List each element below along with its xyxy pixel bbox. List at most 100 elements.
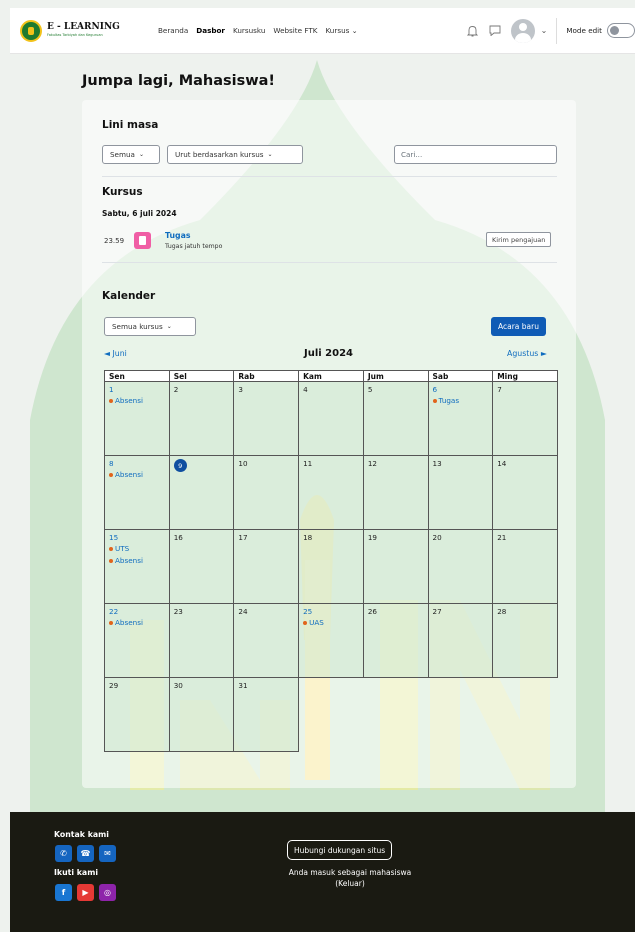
calendar-day-cell[interactable]: 8 Absensi xyxy=(104,455,170,530)
assignment-icon xyxy=(134,232,151,249)
calendar-day-cell[interactable]: 23 xyxy=(168,603,235,678)
calendar-event-label: Absensi xyxy=(115,556,143,565)
youtube-icon[interactable]: ▶ xyxy=(77,884,94,901)
calendar-week-row: 22 Absensi 23 24 25 UAS 26 27 28 xyxy=(104,603,558,678)
day-number: 3 xyxy=(238,385,243,394)
next-month-link[interactable]: Agustus ► xyxy=(507,349,547,358)
brand-title: E - LEARNING xyxy=(47,22,120,33)
day-number[interactable]: 6 xyxy=(433,385,489,395)
calendar-week-row: 29 30 31 xyxy=(104,677,558,752)
calendar-event-link[interactable]: Absensi xyxy=(109,395,165,407)
calendar-day-cell[interactable]: 22 Absensi xyxy=(104,603,170,678)
calendar-day-cell[interactable]: 16 xyxy=(168,529,235,604)
calendar-day-cell[interactable]: 6 Tugas xyxy=(427,381,494,456)
calendar-event-link[interactable]: Tugas xyxy=(432,395,489,407)
calendar-event-label: Absensi xyxy=(115,470,143,479)
timeline-date-heading: Sabtu, 6 juli 2024 xyxy=(102,209,177,218)
day-number: 4 xyxy=(303,385,308,394)
nav-dasbor[interactable]: Dasbor xyxy=(196,26,225,35)
event-name-link[interactable]: Tugas xyxy=(165,231,191,240)
calendar-event-link[interactable]: UTS xyxy=(109,543,165,555)
mode-edit-toggle[interactable] xyxy=(607,23,635,38)
calendar-day-cell[interactable]: 27 xyxy=(427,603,494,678)
follow-title: Ikuti kami xyxy=(54,868,98,877)
calendar-day-cell[interactable]: 9 xyxy=(168,455,235,530)
event-dot-icon xyxy=(303,621,308,625)
day-number: 31 xyxy=(238,681,248,690)
nav-kursusku[interactable]: Kursusku xyxy=(233,26,265,35)
submit-assignment-button[interactable]: Kirim pengajuan xyxy=(486,232,552,247)
chevron-down-icon: ⌄ xyxy=(351,26,358,35)
calendar-day-cell[interactable]: 18 xyxy=(298,529,364,604)
calendar-day-cell[interactable]: 25 UAS xyxy=(298,603,364,678)
calendar-empty-cell xyxy=(428,678,493,752)
calendar-day-cell[interactable]: 13 xyxy=(427,455,494,530)
timeline-sort-label: Urut berdasarkan kursus xyxy=(175,150,264,159)
calendar-day-cell[interactable]: 12 xyxy=(362,455,429,530)
email-icon[interactable]: ✉ xyxy=(99,845,116,862)
day-number[interactable]: 22 xyxy=(109,607,165,617)
calendar-day-cell[interactable]: 20 xyxy=(427,529,494,604)
chevron-down-icon: ⌄ xyxy=(138,151,144,158)
facebook-icon[interactable]: f xyxy=(55,884,72,901)
today-day-number[interactable]: 9 xyxy=(173,459,187,472)
calendar-day-cell[interactable]: 30 xyxy=(168,677,235,752)
calendar-day-cell[interactable]: 15 UTS Absensi xyxy=(104,529,170,604)
calendar-event-link[interactable]: Absensi xyxy=(109,469,165,481)
previous-month-link[interactable]: ◄ Juni xyxy=(104,349,127,358)
user-avatar[interactable] xyxy=(510,18,535,43)
weekday-header: Kam xyxy=(298,370,364,382)
logout-link[interactable]: (Keluar) xyxy=(250,878,450,889)
event-dot-icon xyxy=(432,399,437,403)
calendar-day-cell[interactable]: 1 Absensi xyxy=(104,381,170,456)
calendar-course-filter[interactable]: Semua kursus ⌄ xyxy=(104,317,196,336)
phone-icon[interactable]: ☎ xyxy=(77,845,94,862)
weekday-header: Sel xyxy=(168,370,235,382)
day-number[interactable]: 15 xyxy=(109,533,165,543)
day-number[interactable]: 1 xyxy=(109,385,165,395)
calendar-empty-cell xyxy=(493,678,558,752)
user-menu-chevron-down-icon[interactable]: ⌄ xyxy=(541,26,548,35)
calendar-day-cell[interactable]: 11 xyxy=(298,455,364,530)
calendar-day-cell[interactable]: 14 xyxy=(492,455,558,530)
whatsapp-icon[interactable]: ✆ xyxy=(55,845,72,862)
calendar-day-cell[interactable]: 2 xyxy=(168,381,235,456)
instagram-icon[interactable]: ◎ xyxy=(99,884,116,901)
calendar-course-filter-label: Semua kursus xyxy=(112,322,163,331)
nav-kursus-label: Kursus xyxy=(325,26,350,35)
login-info: Anda masuk sebagai mahasiswa (Keluar) xyxy=(250,867,450,889)
event-subtitle: Tugas jatuh tempo xyxy=(165,243,223,250)
nav-website-ftk[interactable]: Website FTK xyxy=(273,26,317,35)
timeline-sort-dropdown[interactable]: Urut berdasarkan kursus ⌄ xyxy=(167,145,303,164)
calendar-day-cell[interactable]: 5 xyxy=(362,381,429,456)
calendar-day-cell[interactable]: 4 xyxy=(298,381,364,456)
calendar-day-cell[interactable]: 28 xyxy=(492,603,558,678)
calendar-day-cell[interactable]: 17 xyxy=(233,529,300,604)
calendar-day-cell[interactable]: 10 xyxy=(233,455,300,530)
day-number: 18 xyxy=(303,533,313,542)
contact-support-button[interactable]: Hubungi dukungan situs xyxy=(287,840,393,860)
timeline-search-input[interactable]: Cari... xyxy=(394,145,557,164)
brand-subtitle: Fakultas Tarbiyah dan Keguruan xyxy=(47,33,103,38)
day-number[interactable]: 8 xyxy=(109,459,165,469)
calendar-day-cell[interactable]: 26 xyxy=(362,603,429,678)
calendar-event-link[interactable]: Absensi xyxy=(109,555,165,567)
new-event-button[interactable]: Acara baru xyxy=(491,317,546,336)
calendar-day-cell[interactable]: 19 xyxy=(362,529,429,604)
calendar-day-cell[interactable]: 3 xyxy=(233,381,300,456)
calendar-day-cell[interactable]: 24 xyxy=(233,603,300,678)
messages-icon[interactable] xyxy=(487,23,503,39)
brand[interactable]: E - LEARNING Fakultas Tarbiyah dan Kegur… xyxy=(20,19,140,42)
nav-kursus[interactable]: Kursus ⌄ xyxy=(325,26,357,35)
timeline-filter-dropdown[interactable]: Semua ⌄ xyxy=(102,145,160,164)
calendar-day-cell[interactable]: 31 xyxy=(233,677,300,752)
current-month-title: Juli 2024 xyxy=(304,348,354,359)
notification-bell-icon[interactable] xyxy=(465,23,481,39)
calendar-event-link[interactable]: Absensi xyxy=(109,617,165,629)
calendar-event-link[interactable]: UAS xyxy=(303,617,359,629)
calendar-day-cell[interactable]: 29 xyxy=(104,677,170,752)
calendar-day-cell[interactable]: 21 xyxy=(492,529,558,604)
nav-beranda[interactable]: Beranda xyxy=(158,26,188,35)
day-number[interactable]: 25 xyxy=(303,607,359,617)
calendar-day-cell[interactable]: 7 xyxy=(492,381,558,456)
